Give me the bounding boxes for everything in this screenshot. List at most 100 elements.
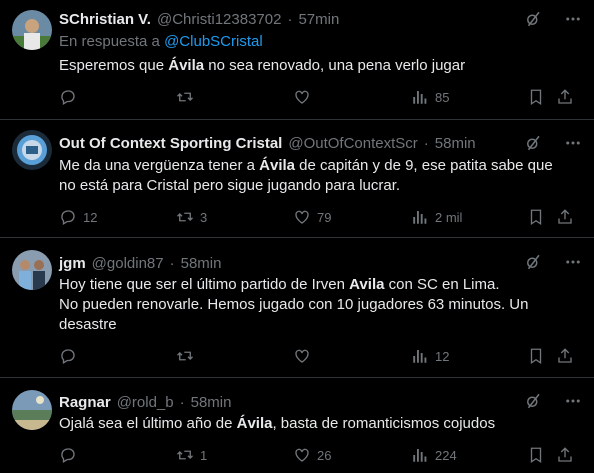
tweet-3[interactable]: jgm @goldin87 · 58min Hoy tiene que ser …	[0, 238, 594, 378]
reply-to-link[interactable]: @ClubSCristal	[164, 33, 263, 50]
bookmark-icon	[527, 347, 545, 365]
tweet-1[interactable]: SChristian V. @Christi12383702 · 57min E…	[0, 0, 594, 120]
bookmark-button[interactable]	[527, 446, 545, 464]
tweet-actions: 12	[59, 347, 579, 367]
share-icon	[556, 446, 574, 464]
more-icon[interactable]	[564, 253, 582, 271]
avatar[interactable]	[12, 390, 52, 430]
retweet-icon	[176, 88, 194, 106]
timestamp[interactable]: 58min	[435, 135, 476, 152]
tweet-2[interactable]: Out Of Context Sporting Cristal @OutOfCo…	[0, 120, 594, 238]
views-button[interactable]: 12	[411, 347, 449, 365]
tweet-header: Ragnar @rold_b · 58min	[59, 392, 231, 412]
grok-icon[interactable]	[524, 134, 542, 152]
reply-button[interactable]	[59, 347, 83, 365]
bookmark-button[interactable]	[527, 88, 545, 106]
retweet-button[interactable]	[176, 88, 200, 106]
reply-icon	[59, 347, 77, 365]
user-handle[interactable]: @Christi12383702	[157, 11, 281, 28]
user-handle[interactable]: @OutOfContextScr	[288, 135, 417, 152]
retweet-count: 1	[200, 447, 208, 463]
text-line: no está para Cristal pero sigue jugando …	[59, 177, 401, 194]
reply-count: 12	[83, 209, 98, 225]
retweet-button[interactable]	[176, 347, 200, 365]
timestamp[interactable]: 58min	[191, 394, 232, 411]
grok-icon[interactable]	[524, 392, 542, 410]
like-button[interactable]	[293, 88, 317, 106]
views-button[interactable]: 85	[411, 88, 449, 106]
reply-icon	[59, 208, 77, 226]
share-icon	[556, 88, 574, 106]
highlight-term: Ávila	[168, 57, 205, 74]
share-icon	[556, 347, 574, 365]
reply-button[interactable]	[59, 88, 83, 106]
reply-icon	[59, 88, 77, 106]
views-count: 2 mil	[435, 209, 463, 225]
views-button[interactable]: 2 mil	[411, 208, 462, 226]
share-button[interactable]	[556, 446, 574, 464]
display-name[interactable]: jgm	[59, 255, 86, 272]
share-button[interactable]	[556, 347, 574, 365]
bookmark-icon	[527, 208, 545, 226]
grok-icon[interactable]	[524, 10, 542, 28]
tweet-top-actions	[524, 10, 582, 28]
display-name[interactable]: Out Of Context Sporting Cristal	[59, 135, 282, 152]
tweet-top-actions	[524, 134, 582, 152]
avatar[interactable]	[12, 130, 52, 170]
text-segment: Ojalá sea el último año de	[59, 415, 237, 432]
bookmark-button[interactable]	[527, 208, 545, 226]
separator: ·	[423, 134, 429, 152]
share-button[interactable]	[556, 208, 574, 226]
retweet-icon	[176, 347, 194, 365]
text-segment: Hoy tiene que ser el último partido de I…	[59, 276, 350, 293]
tweet-text: Ojalá sea el último año de Ávila, basta …	[59, 414, 569, 434]
views-count: 224	[435, 447, 457, 463]
bookmark-icon	[527, 88, 545, 106]
tweet-text: Esperemos que Ávila no sea renovado, una…	[59, 56, 569, 76]
like-count: 79	[317, 209, 332, 225]
grok-icon[interactable]	[524, 253, 542, 271]
timestamp[interactable]: 57min	[298, 11, 339, 28]
share-icon	[556, 208, 574, 226]
timestamp[interactable]: 58min	[181, 255, 222, 272]
highlight-term: Avila	[349, 276, 385, 293]
views-button[interactable]: 224	[411, 446, 457, 464]
text-line: Hoy tiene que ser el último partido de I…	[59, 275, 569, 295]
retweet-button[interactable]: 3	[176, 208, 207, 226]
reply-button[interactable]: 12	[59, 208, 97, 226]
like-icon	[293, 347, 311, 365]
tweet-header: jgm @goldin87 · 58min	[59, 253, 221, 273]
avatar[interactable]	[12, 250, 52, 290]
like-count: 26	[317, 447, 332, 463]
tweet-4[interactable]: Ragnar @rold_b · 58min Ojalá sea el últi…	[0, 378, 594, 473]
tweet-header: Out Of Context Sporting Cristal @OutOfCo…	[59, 133, 476, 153]
like-button[interactable]	[293, 347, 317, 365]
avatar[interactable]	[12, 10, 52, 50]
tweet-text: Me da una vergüenza tener a Ávila de cap…	[59, 156, 569, 196]
like-button[interactable]: 26	[293, 446, 331, 464]
views-count: 12	[435, 348, 450, 364]
text-segment: de capitán y de 9, ese patita sabe que	[295, 157, 553, 174]
retweet-button[interactable]: 1	[176, 446, 207, 464]
text-segment: Esperemos que	[59, 57, 169, 74]
display-name[interactable]: Ragnar	[59, 394, 111, 411]
views-icon	[411, 347, 429, 365]
highlight-term: Ávila	[236, 415, 273, 432]
text-segment: no sea renovado, una pena verlo jugar	[204, 57, 466, 74]
like-icon	[293, 208, 311, 226]
views-count: 85	[435, 89, 450, 105]
bookmark-button[interactable]	[527, 347, 545, 365]
separator: ·	[179, 393, 185, 411]
like-button[interactable]: 79	[293, 208, 331, 226]
display-name[interactable]: SChristian V.	[59, 11, 151, 28]
text-segment: , basta de romanticismos cojudos	[272, 415, 496, 432]
more-icon[interactable]	[564, 134, 582, 152]
more-icon[interactable]	[564, 10, 582, 28]
share-button[interactable]	[556, 88, 574, 106]
reply-button[interactable]	[59, 446, 83, 464]
tweet-actions: 85	[59, 88, 579, 108]
user-handle[interactable]: @rold_b	[117, 394, 174, 411]
highlight-term: Ávila	[259, 157, 295, 174]
more-icon[interactable]	[564, 392, 582, 410]
user-handle[interactable]: @goldin87	[92, 255, 164, 272]
